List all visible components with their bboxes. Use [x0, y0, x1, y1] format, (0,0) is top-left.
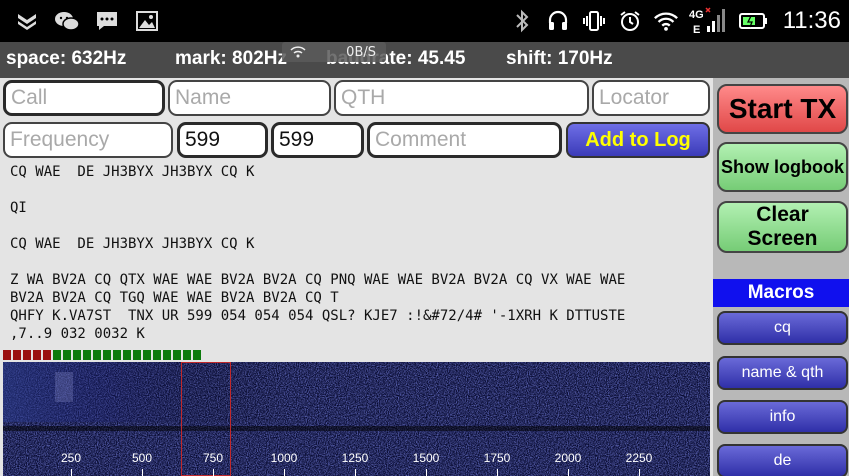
level-segment — [83, 350, 91, 360]
tick-mark — [142, 469, 143, 476]
bluetooth-icon — [509, 8, 535, 34]
tick-label: 500 — [131, 451, 153, 465]
call-input[interactable]: Call — [3, 80, 165, 116]
level-segment — [173, 350, 181, 360]
tick-label: 1750 — [483, 451, 511, 465]
level-segment — [193, 350, 201, 360]
macros-header: Macros — [713, 279, 849, 307]
status-bar: 4G E 11:36 — [0, 0, 849, 42]
shield-icon — [14, 8, 40, 34]
tick-mark — [497, 469, 498, 476]
name-placeholder: Name — [175, 86, 232, 109]
tick-mark — [355, 469, 356, 476]
netspeed-overlay: 0B/S — [282, 42, 386, 62]
level-segment — [93, 350, 101, 360]
rst-sent-value: 599 — [185, 128, 221, 151]
level-segment — [3, 350, 11, 360]
tick-label: 250 — [60, 451, 82, 465]
qth-placeholder: QTH — [341, 86, 386, 109]
qth-input[interactable]: QTH — [334, 80, 589, 116]
call-placeholder: Call — [11, 86, 48, 109]
frequency-placeholder: Frequency — [10, 128, 110, 151]
tick-mark — [71, 469, 72, 476]
tick-mark — [213, 469, 214, 476]
level-segment — [103, 350, 111, 360]
level-segment — [63, 350, 71, 360]
network-type: 4G — [689, 9, 704, 21]
tick-label: 750 — [202, 451, 224, 465]
show-logbook-button[interactable]: Show logbook — [717, 142, 848, 192]
level-segment — [183, 350, 191, 360]
rst-rcvd-input[interactable]: 599 — [271, 122, 364, 158]
tick-mark — [426, 469, 427, 476]
tick-mark — [284, 469, 285, 476]
level-segment — [143, 350, 151, 360]
tick-mark — [568, 469, 569, 476]
headset-icon — [545, 8, 571, 34]
message-icon — [94, 8, 120, 34]
control-panel: Start TX Show logbook Clear Screen Macro… — [713, 78, 849, 476]
signal-level-meter — [3, 350, 203, 360]
rst-rcvd-value: 599 — [279, 128, 315, 151]
clock: 11:36 — [782, 7, 841, 34]
level-segment — [13, 350, 21, 360]
received-text[interactable]: CQ WAE DE JH3BYX JH3BYX CQ K QI CQ WAE D… — [10, 163, 705, 345]
macro-info-button[interactable]: info — [717, 400, 848, 434]
status-bar-system: 4G E 11:36 — [509, 4, 841, 38]
tick-label: 2250 — [625, 451, 653, 465]
macro-name-qth-button[interactable]: name & qth — [717, 356, 848, 390]
tick-label: 1000 — [270, 451, 298, 465]
tick-label: 2000 — [554, 451, 582, 465]
add-to-log-button[interactable]: Add to Log — [566, 122, 710, 158]
locator-placeholder: Locator — [599, 86, 670, 109]
level-segment — [33, 350, 41, 360]
comment-input[interactable]: Comment — [367, 122, 562, 158]
netspeed-value: 0B/S — [346, 44, 376, 60]
waterfall-display[interactable]: 250 500 750 1000 1250 1500 1750 2000 2250 — [3, 362, 710, 476]
mobile-signal-icon: 4G E — [689, 7, 729, 36]
vibrate-icon — [581, 8, 607, 34]
level-segment — [153, 350, 161, 360]
level-segment — [73, 350, 81, 360]
macro-cq-button[interactable]: cq — [717, 311, 848, 345]
level-segment — [163, 350, 171, 360]
start-tx-button[interactable]: Start TX — [717, 84, 848, 134]
tick-label: 1500 — [412, 451, 440, 465]
comment-placeholder: Comment — [375, 128, 467, 151]
alarm-icon — [617, 8, 643, 34]
level-segment — [43, 350, 51, 360]
battery-icon — [738, 8, 769, 34]
macro-de-button[interactable]: de — [717, 444, 848, 476]
level-segment — [113, 350, 121, 360]
locator-input[interactable]: Locator — [592, 80, 710, 116]
clear-screen-button[interactable]: Clear Screen — [717, 201, 848, 253]
level-segment — [123, 350, 131, 360]
wifi-icon — [653, 8, 679, 34]
level-segment — [53, 350, 61, 360]
tick-mark — [639, 469, 640, 476]
space-frequency: space: 632Hz — [6, 48, 127, 69]
network-sub: E — [693, 24, 700, 36]
status-bar-notifications — [14, 8, 160, 34]
rst-sent-input[interactable]: 599 — [177, 122, 268, 158]
modem-info-bar: space: 632Hz mark: 802Hz baudrate: 45.45… — [0, 42, 849, 78]
level-segment — [133, 350, 141, 360]
image-icon — [134, 8, 160, 34]
wechat-icon — [54, 8, 80, 34]
frequency-input[interactable]: Frequency — [3, 122, 173, 158]
level-segment — [23, 350, 31, 360]
shift: shift: 170Hz — [506, 48, 613, 69]
tick-label: 1250 — [341, 451, 369, 465]
wifi-speed-icon — [290, 46, 306, 58]
mark-frequency: mark: 802Hz — [175, 48, 287, 69]
main-panel: Call Name QTH Locator Frequency 599 599 … — [0, 78, 713, 476]
name-input[interactable]: Name — [168, 80, 331, 116]
